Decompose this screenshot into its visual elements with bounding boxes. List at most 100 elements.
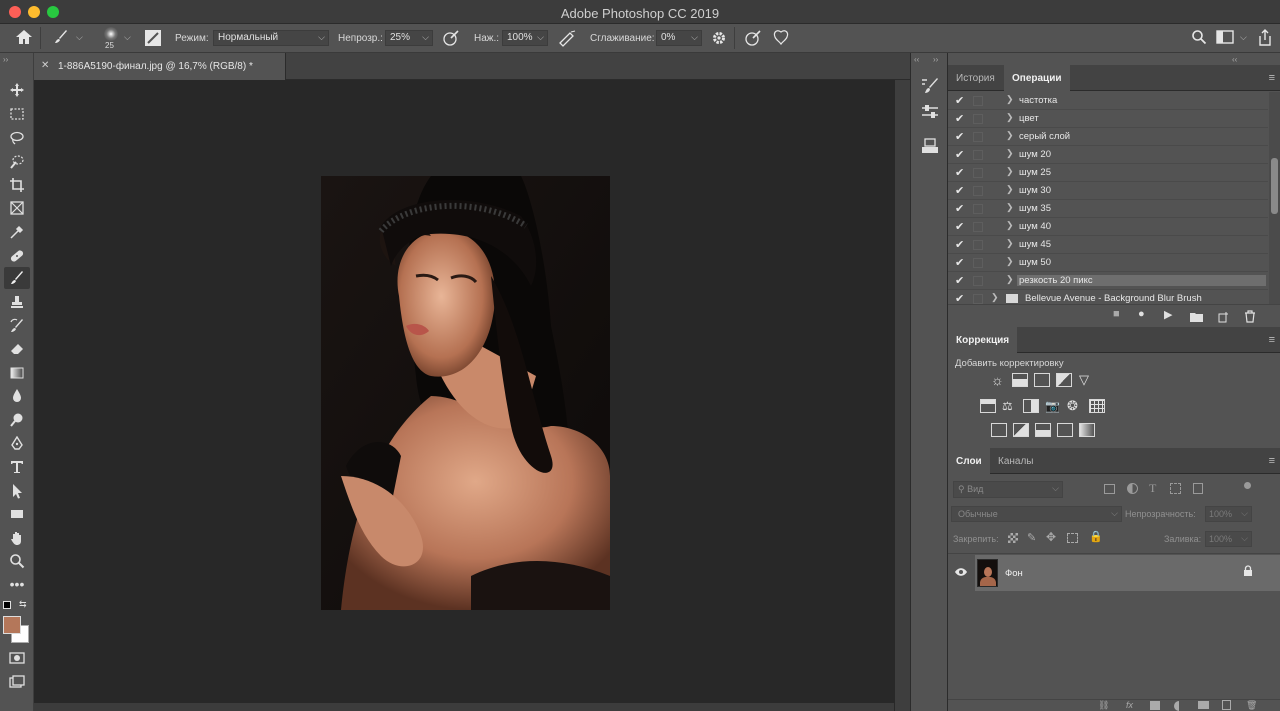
new-set-folder-icon[interactable] bbox=[1190, 312, 1203, 325]
filter-smart-object-icon[interactable] bbox=[1193, 483, 1203, 494]
properties-sliders-icon[interactable] bbox=[920, 103, 940, 124]
document-canvas-photo[interactable] bbox=[321, 176, 610, 610]
history-brush-tool-icon[interactable] bbox=[4, 315, 30, 337]
canvas-scrollbar[interactable] bbox=[895, 80, 910, 711]
home-icon[interactable] bbox=[14, 29, 34, 47]
tab-history[interactable]: История bbox=[948, 65, 1003, 91]
play-icon[interactable]: ▶ bbox=[1164, 308, 1172, 321]
chevron-right-icon[interactable]: ❯ bbox=[1006, 94, 1014, 105]
action-row[interactable]: ✔ ❯ шум 50 bbox=[948, 254, 1268, 272]
photo-filter-icon[interactable]: 📷 bbox=[1045, 399, 1061, 413]
filter-type-icon[interactable]: T bbox=[1149, 481, 1156, 496]
chevron-right-icon[interactable]: ❯ bbox=[1006, 184, 1014, 195]
check-icon[interactable]: ✔ bbox=[955, 256, 964, 269]
foreground-color-swatch[interactable] bbox=[3, 616, 21, 634]
brush-tool-icon[interactable] bbox=[4, 267, 30, 289]
check-icon[interactable]: ✔ bbox=[955, 274, 964, 287]
chevron-right-icon[interactable]: ❯ bbox=[1006, 238, 1014, 249]
lock-all-icon[interactable]: 🔒 bbox=[1089, 530, 1103, 543]
collapse-panel-icon[interactable]: ›› bbox=[3, 55, 8, 64]
clone-stamp-tool-icon[interactable] bbox=[4, 291, 30, 313]
lasso-tool-icon[interactable] bbox=[4, 127, 30, 149]
actions-scrollbar[interactable] bbox=[1269, 92, 1280, 304]
brush-settings-panel-icon[interactable] bbox=[145, 30, 161, 46]
curves-icon[interactable] bbox=[1034, 373, 1050, 387]
tab-actions[interactable]: Операции bbox=[1004, 65, 1070, 91]
hand-tool-icon[interactable] bbox=[4, 527, 30, 549]
exposure-icon[interactable] bbox=[1056, 373, 1072, 387]
action-row[interactable]: ✔ ❯ шум 20 bbox=[948, 146, 1268, 164]
threshold-icon[interactable] bbox=[1035, 423, 1051, 437]
new-adjustment-layer-icon[interactable] bbox=[1174, 701, 1184, 711]
filter-pixel-icon[interactable] bbox=[1104, 484, 1115, 494]
workspace-icon[interactable] bbox=[1216, 30, 1234, 46]
healing-brush-tool-icon[interactable] bbox=[4, 245, 30, 267]
action-row[interactable]: ✔ ❯ шум 40 bbox=[948, 218, 1268, 236]
brush-tool-preset-icon[interactable] bbox=[52, 29, 70, 47]
filter-adjustment-icon[interactable] bbox=[1127, 483, 1138, 494]
layer-opacity-field[interactable]: 100% ⌵ bbox=[1205, 506, 1252, 522]
lock-position-icon[interactable]: ✥ bbox=[1046, 530, 1056, 544]
swap-colors-icon[interactable]: ⇆ bbox=[19, 599, 27, 610]
chevron-down-icon[interactable]: ⌵ bbox=[124, 32, 131, 43]
type-tool-icon[interactable] bbox=[4, 456, 30, 478]
trash-icon[interactable] bbox=[1244, 310, 1256, 326]
chevron-right-icon[interactable]: ❯ bbox=[991, 292, 999, 303]
screen-mode-icon[interactable] bbox=[4, 671, 30, 693]
action-row[interactable]: ✔ ❯ шум 45 bbox=[948, 236, 1268, 254]
opacity-field[interactable]: 25% ⌵ bbox=[385, 30, 433, 46]
lock-artboard-icon[interactable] bbox=[1067, 533, 1078, 543]
blur-tool-icon[interactable] bbox=[4, 385, 30, 407]
layer-name[interactable]: Фон bbox=[1005, 568, 1023, 579]
quick-selection-tool-icon[interactable] bbox=[4, 150, 30, 172]
posterize-icon[interactable] bbox=[1013, 423, 1029, 437]
hue-saturation-icon[interactable] bbox=[980, 399, 996, 413]
symmetry-icon[interactable] bbox=[772, 29, 790, 47]
eyedropper-tool-icon[interactable] bbox=[4, 221, 30, 243]
search-icon[interactable] bbox=[1190, 29, 1208, 47]
panel-menu-icon[interactable]: ≡ bbox=[1269, 334, 1275, 346]
dialog-toggle-icon[interactable] bbox=[973, 276, 983, 286]
dialog-toggle-icon[interactable] bbox=[973, 96, 983, 106]
add-mask-icon[interactable] bbox=[1150, 701, 1160, 710]
eraser-tool-icon[interactable] bbox=[4, 338, 30, 360]
vibrance-icon[interactable]: ▽ bbox=[1079, 373, 1095, 387]
layer-row[interactable]: Фон bbox=[975, 555, 1280, 591]
layer-filter-select[interactable]: ⚲ Вид ⌵ bbox=[953, 481, 1063, 498]
panel-menu-icon[interactable]: ≡ bbox=[1269, 455, 1275, 467]
visibility-eye-icon[interactable] bbox=[954, 567, 968, 580]
quick-mask-icon[interactable] bbox=[4, 647, 30, 669]
marquee-tool-icon[interactable] bbox=[4, 103, 30, 125]
blend-mode-select[interactable]: Обычные ⌵ bbox=[951, 506, 1122, 522]
brightness-contrast-icon[interactable]: ☼ bbox=[991, 373, 1007, 387]
smoothing-field[interactable]: 0% ⌵ bbox=[656, 30, 702, 46]
dialog-toggle-icon[interactable] bbox=[973, 168, 983, 178]
dialog-toggle-icon[interactable] bbox=[973, 294, 983, 304]
check-icon[interactable]: ✔ bbox=[955, 202, 964, 215]
dialog-toggle-icon[interactable] bbox=[973, 150, 983, 160]
action-row[interactable]: ✔ ❯ шум 25 bbox=[948, 164, 1268, 182]
check-icon[interactable]: ✔ bbox=[955, 94, 964, 107]
share-icon[interactable] bbox=[1257, 29, 1273, 47]
gradient-map-icon[interactable] bbox=[1079, 423, 1095, 437]
action-row[interactable]: ✔ ❯ цвет bbox=[948, 110, 1268, 128]
action-set-row[interactable]: ✔ ❯ Bellevue Avenue - Background Blur Brus… bbox=[948, 290, 1268, 304]
dialog-toggle-icon[interactable] bbox=[973, 240, 983, 250]
pen-tool-icon[interactable] bbox=[4, 433, 30, 455]
action-row[interactable]: ✔ ❯ частотка bbox=[948, 92, 1268, 110]
check-icon[interactable]: ✔ bbox=[955, 292, 964, 304]
airbrush-icon[interactable] bbox=[557, 29, 577, 47]
check-icon[interactable]: ✔ bbox=[955, 184, 964, 197]
check-icon[interactable]: ✔ bbox=[955, 112, 964, 125]
chevron-right-icon[interactable]: ❯ bbox=[1006, 166, 1014, 177]
record-icon[interactable]: ● bbox=[1138, 308, 1145, 320]
selective-color-icon[interactable] bbox=[1057, 423, 1073, 437]
dodge-tool-icon[interactable] bbox=[4, 409, 30, 431]
crop-tool-icon[interactable] bbox=[4, 174, 30, 196]
new-action-icon[interactable] bbox=[1218, 311, 1230, 326]
chevron-right-icon[interactable]: ❯ bbox=[1006, 148, 1014, 159]
trash-icon[interactable]: 🗑 bbox=[1246, 700, 1257, 711]
check-icon[interactable]: ✔ bbox=[955, 166, 964, 179]
zoom-tool-icon[interactable] bbox=[4, 550, 30, 572]
mode-select[interactable]: Нормальный ⌵ bbox=[213, 30, 329, 46]
